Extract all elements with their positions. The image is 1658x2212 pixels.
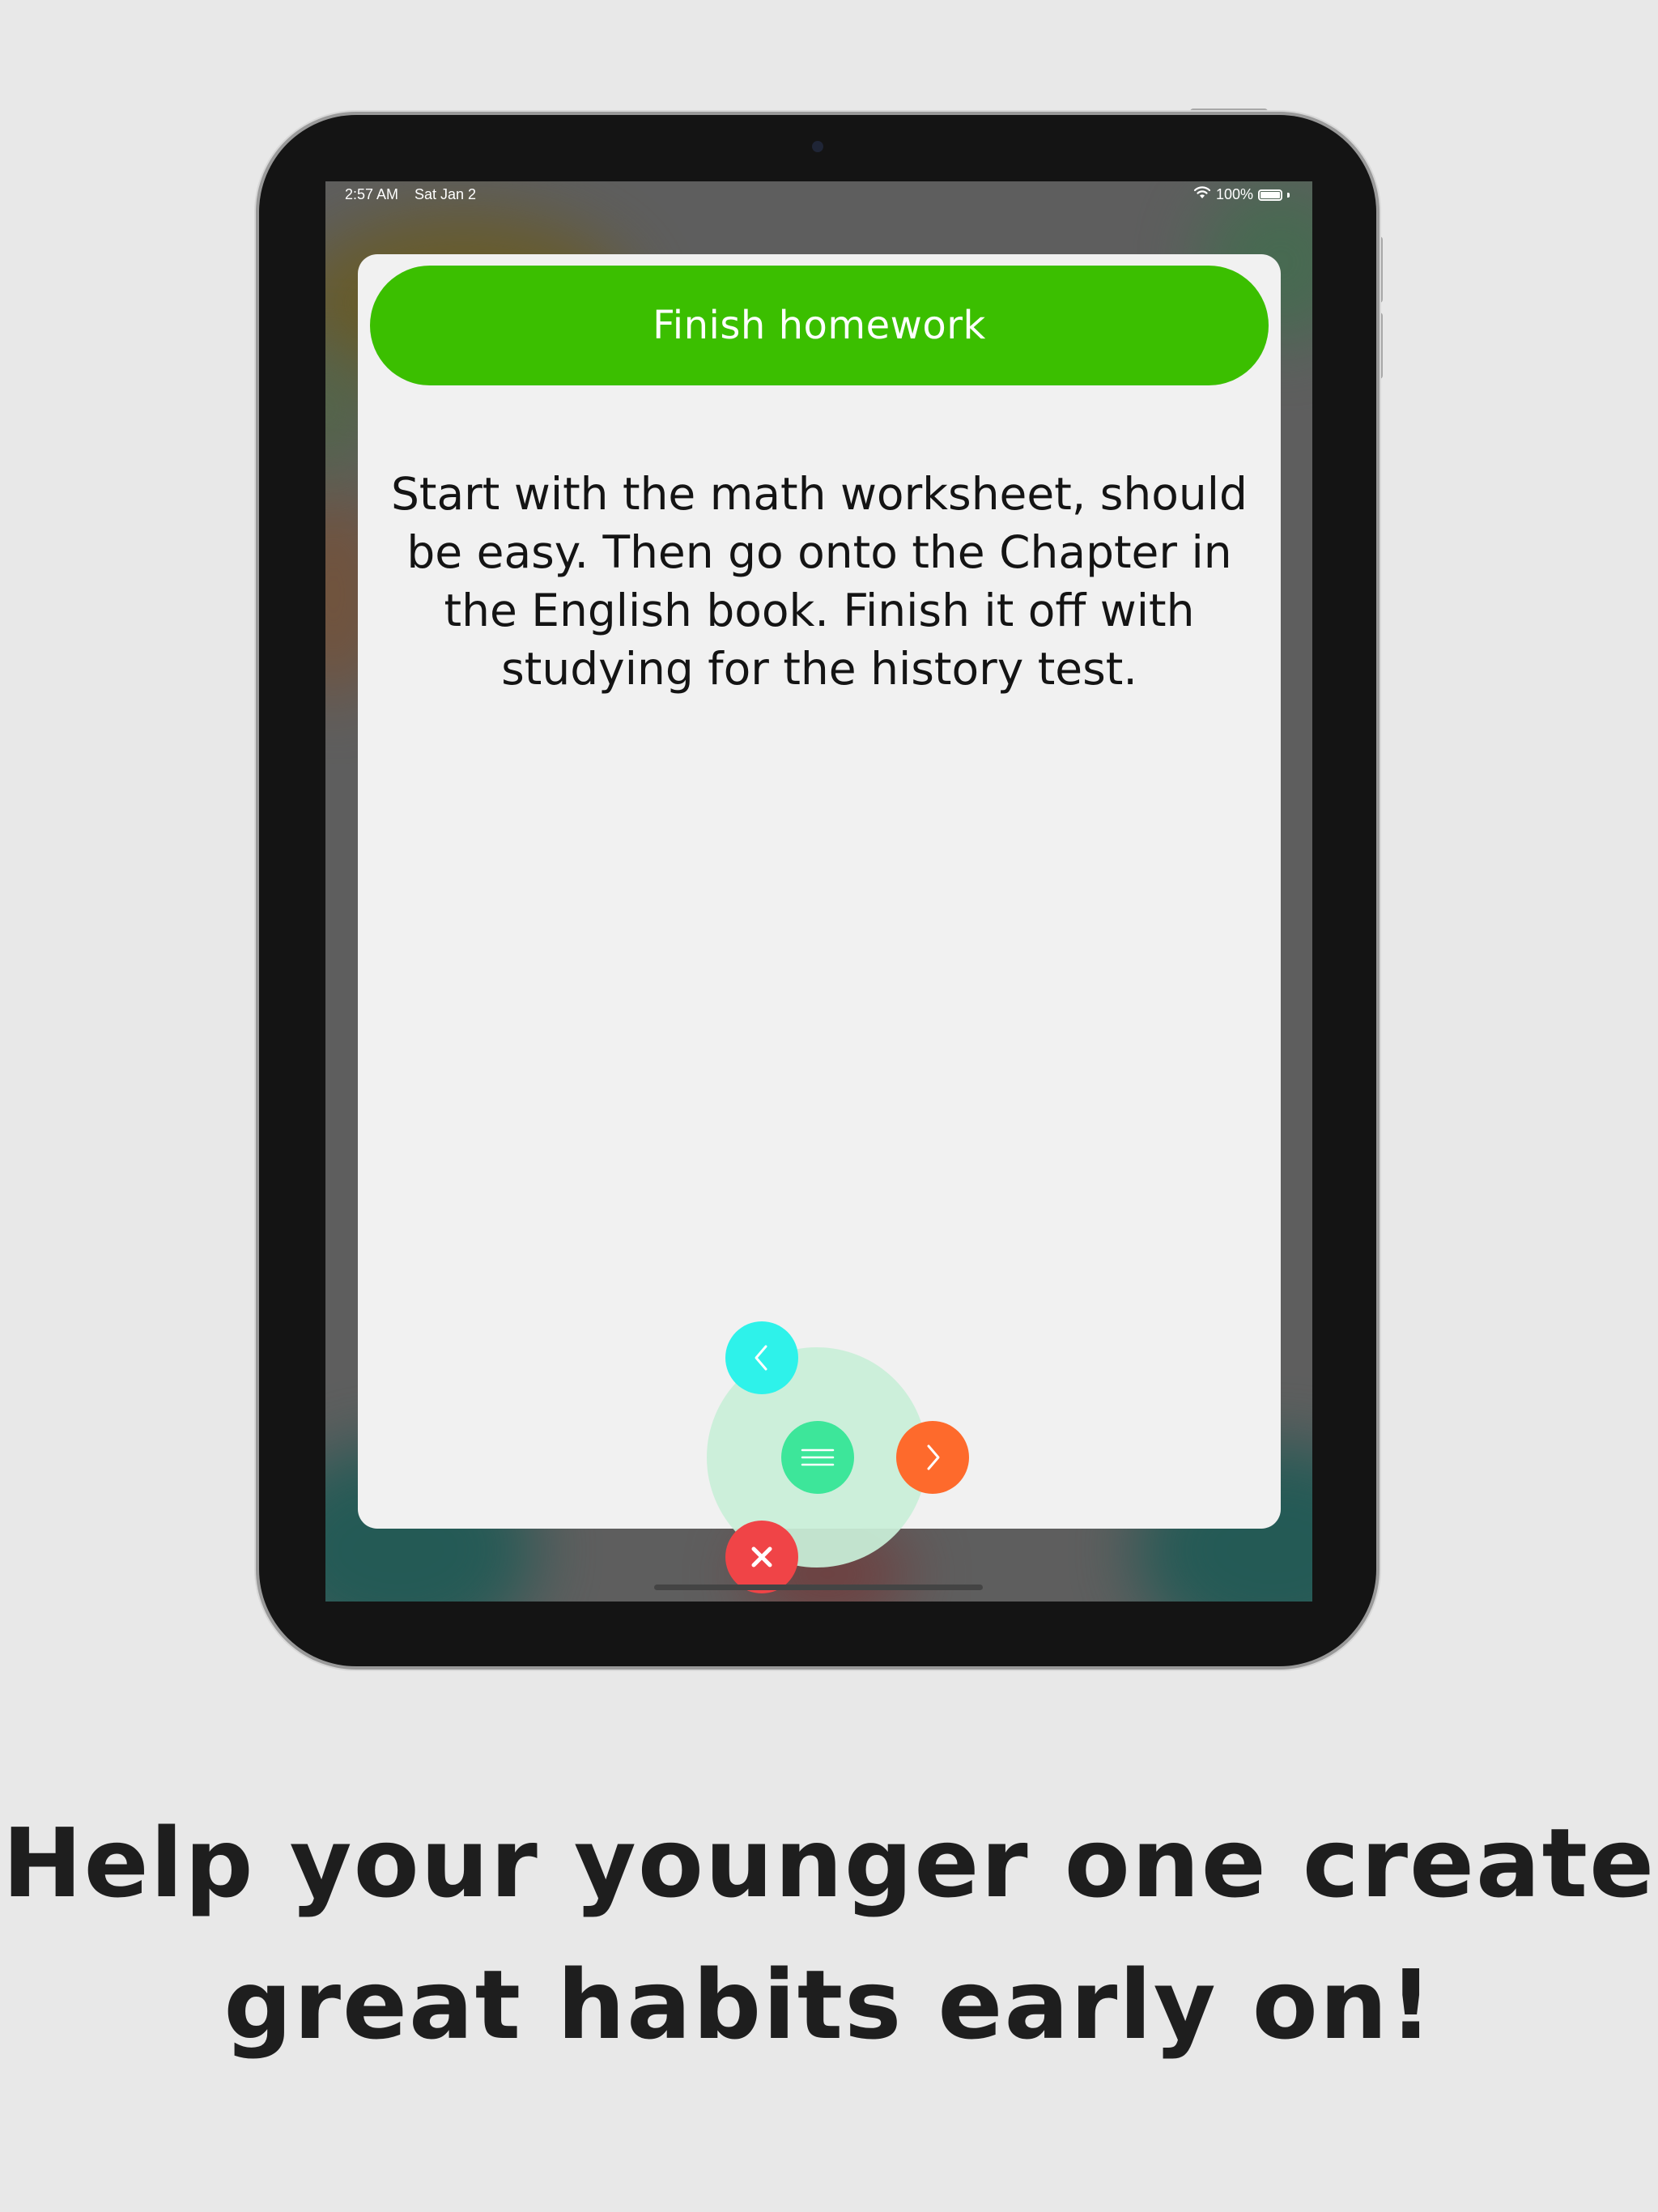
task-card: Finish homework Start with the math work… [358,254,1281,1529]
volume-down-button [1376,313,1383,379]
battery-tip [1287,192,1290,198]
status-date: Sat Jan 2 [414,186,477,202]
home-indicator [654,1585,983,1590]
back-button[interactable] [725,1321,798,1394]
close-button[interactable] [725,1521,798,1593]
next-button[interactable] [896,1421,969,1494]
close-icon [748,1543,776,1571]
front-camera [812,141,823,152]
status-indicators: 100% [1193,186,1290,203]
device-screen: 2:57 AM Sat Jan 2 100% Finish homework S… [325,181,1312,1602]
status-time: 2:57 AM [345,186,399,202]
promo-caption: Help your younger one create great habit… [0,1793,1658,2076]
chevron-right-icon [920,1441,945,1474]
chevron-left-icon [750,1342,774,1374]
top-button [1190,108,1268,115]
status-bar: 2:57 AM Sat Jan 2 100% [325,181,1312,214]
volume-up-button [1376,236,1383,303]
hamburger-menu-icon [801,1445,835,1470]
caption-line-1: Help your younger one create [2,1807,1656,1919]
battery-percent: 100% [1215,186,1253,202]
wifi-icon [1193,186,1211,203]
task-title[interactable]: Finish homework [370,266,1269,385]
caption-line-2: great habits early on! [223,1949,1435,2061]
task-description: Start with the math worksheet, should be… [391,468,1248,695]
battery-icon [1258,189,1282,201]
menu-button[interactable] [781,1421,854,1494]
